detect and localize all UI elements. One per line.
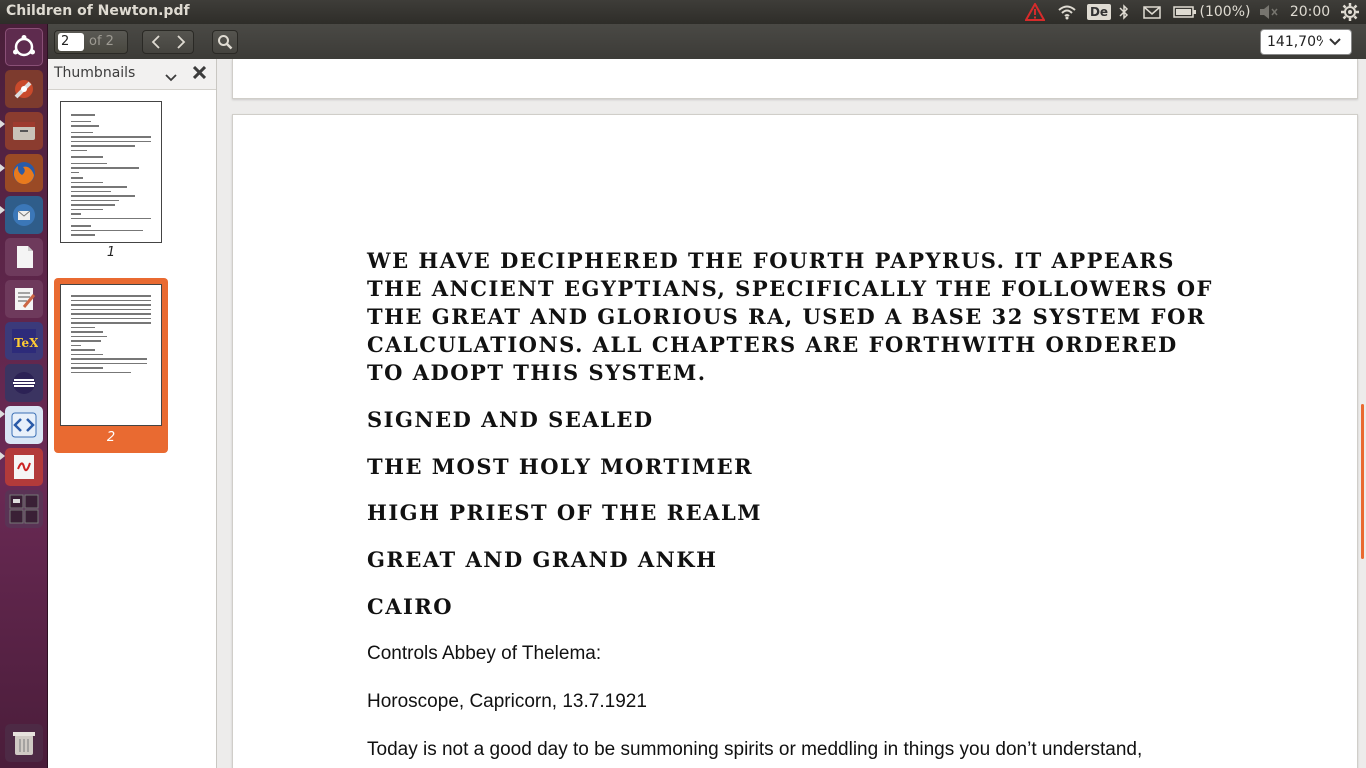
mail-icon[interactable] [1140,0,1164,24]
paragraph-line: the Great and Glorious Ra, used a base 3… [367,304,1206,329]
body-line: Today is not a good day to be summoning … [367,739,1143,760]
thumbnail-label: 1 [106,245,116,260]
running-indicator [0,206,5,214]
bluetooth-icon[interactable] [1115,0,1133,24]
thumbnail-image [60,284,162,426]
window-title: Children of Newton.pdf [6,3,190,19]
thunderbird-icon[interactable] [5,196,43,234]
body-line: Horoscope, Capricorn, 13.7.1921 [367,691,647,712]
gear-icon[interactable] [1338,0,1362,24]
paragraph-line: the Ancient Egyptians, specifically the … [367,276,1213,301]
chevron-down-icon [1323,38,1347,46]
settings-tools-icon[interactable] [5,70,43,108]
heading-line: High priest of the realm [367,500,762,525]
page-2: We have deciphered the fourth papyrus. I… [232,114,1358,768]
chevron-right-icon [176,35,185,49]
next-page-button[interactable] [168,31,193,53]
running-indicator [0,120,5,128]
battery-icon[interactable] [1172,0,1198,24]
keyboard-layout-indicator[interactable]: De [1086,0,1112,24]
previous-page-button[interactable] [143,31,168,53]
trash-icon[interactable] [5,724,43,762]
paragraph-line: calculations. All chapters are forthwith… [367,332,1178,357]
find-button[interactable] [212,30,238,54]
battery-percentage: (100%) [1199,4,1251,20]
warning-icon[interactable] [1022,0,1048,24]
clock[interactable]: 20:00 [1288,0,1332,24]
chevron-down-icon[interactable] [165,67,177,86]
close-icon [192,65,207,80]
running-indicator [0,452,5,460]
running-indicator [0,410,5,418]
sidebar-mode-select[interactable]: Thumbnails [54,65,135,81]
heading-line: Cairo [367,594,454,619]
page-selector: of 2 [54,30,128,54]
close-sidebar-button[interactable] [192,64,207,83]
sidebar-header: Thumbnails [48,59,216,89]
wifi-icon[interactable] [1054,0,1080,24]
svg-text:TeX: TeX [14,336,38,350]
heading-line: Signed and sealed [367,407,654,432]
zoom-select[interactable]: 141,70% [1260,29,1352,55]
thumbnail-image [60,101,162,243]
thumbnail-label: 2 [106,430,116,445]
vertical-scrollbar[interactable] [1361,404,1364,559]
zoom-value: 141,70% [1267,34,1323,50]
running-indicator [0,164,5,172]
toolbar: of 2 141,70% [48,24,1366,59]
thumbnail-list: 1 2 [48,89,216,768]
page-1 [232,59,1358,99]
chevron-left-icon [151,35,160,49]
code-editor-icon[interactable] [5,406,43,444]
dash-home-icon[interactable] [5,28,43,66]
paragraph-line: We have deciphered the fourth papyrus. I… [367,248,1175,273]
text-editor-icon[interactable] [5,280,43,318]
firefox-icon[interactable] [5,154,43,192]
document-viewer-icon[interactable] [5,238,43,276]
files-icon[interactable] [5,112,43,150]
document-view[interactable]: We have deciphered the fourth papyrus. I… [217,59,1366,768]
top-panel: Children of Newton.pdf De (100%) 20:00 [0,0,1366,24]
heading-line: The most holy Mortimer [367,454,754,479]
sidebar: Thumbnails 1 2 [48,59,217,768]
heading-line: Great and Grand Ankh [367,547,718,572]
launcher: TeX [0,24,48,768]
pdf-editor-icon[interactable] [5,448,43,486]
thumbnail-page-2[interactable]: 2 [54,278,168,453]
eclipse-icon[interactable] [5,364,43,402]
page-navigation [142,30,194,54]
search-icon [218,35,233,50]
page-count-label: of 2 [89,34,114,49]
page-number-input[interactable] [58,33,84,51]
workspace-switcher-icon[interactable] [5,490,43,528]
texmaker-icon[interactable]: TeX [5,322,43,360]
thumbnail-page-1[interactable]: 1 [54,95,168,265]
volume-muted-icon[interactable] [1256,0,1282,24]
paragraph-line: to adopt this system. [367,360,707,385]
body-line: Controls Abbey of Thelema: [367,643,602,664]
